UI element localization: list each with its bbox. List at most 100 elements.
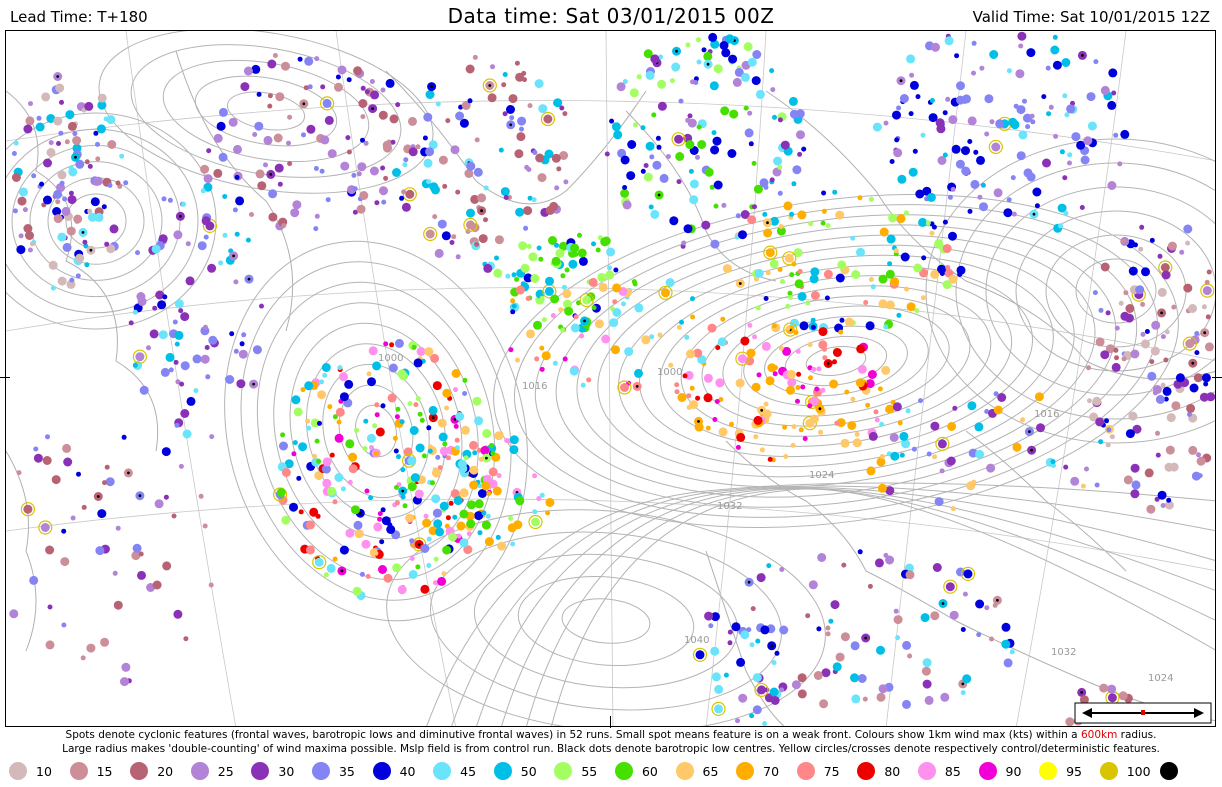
feature-spot	[494, 431, 504, 441]
feature-spot	[315, 513, 321, 519]
feature-spot	[605, 270, 615, 280]
feature-spot	[769, 177, 775, 183]
feature-spot	[749, 642, 755, 648]
feature-spot	[1189, 383, 1199, 393]
feature-spot	[469, 440, 478, 450]
feature-spot	[808, 580, 818, 590]
feature-spot	[11, 151, 17, 156]
feature-spot	[1083, 136, 1093, 146]
feature-spot	[1155, 452, 1161, 458]
feature-spot	[402, 503, 408, 509]
feature-spot	[466, 500, 476, 510]
feature-spot	[329, 452, 335, 458]
feature-spot	[423, 513, 429, 519]
coastline	[625, 110, 777, 282]
feature-spot	[432, 214, 438, 220]
feature-spot	[62, 196, 68, 202]
feature-spot	[763, 228, 773, 238]
feature-spot	[366, 371, 372, 377]
feature-spot	[872, 122, 882, 132]
feature-spot	[374, 412, 380, 418]
feature-spot	[360, 114, 366, 120]
feature-spot	[59, 99, 64, 105]
feature-spot	[86, 643, 96, 653]
feature-spot	[158, 330, 168, 340]
feature-spot	[1086, 92, 1096, 102]
feature-spot	[1196, 456, 1206, 466]
feature-spot	[944, 36, 954, 46]
feature-spot	[337, 365, 343, 371]
feature-spot	[56, 141, 61, 146]
feature-spot	[340, 161, 350, 171]
feature-spot	[620, 383, 629, 392]
feature-spot	[222, 232, 228, 238]
weather-map[interactable]: 1000 1016 1000 1032 1024 1040 1032 1024 1016	[5, 30, 1216, 727]
feature-spot	[434, 248, 444, 258]
feature-spot	[721, 202, 727, 208]
feature-spot	[1100, 85, 1110, 95]
scale-bar-marker	[1141, 710, 1145, 715]
barotropic-centre-dot	[232, 254, 236, 258]
feature-spot	[1087, 121, 1097, 131]
feature-spot	[970, 179, 980, 189]
feature-spot	[496, 473, 502, 479]
feature-spot	[950, 186, 956, 192]
feature-spot	[1204, 279, 1210, 285]
legend-item: 70	[732, 762, 793, 780]
legend-swatch	[190, 762, 209, 780]
feature-spot	[205, 374, 211, 380]
feature-spot	[753, 415, 763, 425]
feature-spot	[1144, 329, 1150, 334]
feature-spot	[422, 135, 428, 141]
feature-spot	[611, 345, 620, 355]
feature-spot	[1183, 283, 1193, 293]
feature-spot	[650, 54, 660, 64]
feature-spot	[478, 456, 484, 462]
feature-spot	[818, 327, 828, 337]
feature-spot	[334, 433, 344, 443]
feature-spot	[778, 345, 784, 351]
feature-spot	[711, 130, 717, 136]
feature-spot	[438, 432, 448, 442]
feature-spot	[743, 42, 753, 52]
feature-spot	[580, 382, 586, 388]
feature-spot	[327, 404, 333, 410]
feature-spot	[113, 600, 123, 610]
feature-spot	[1157, 253, 1163, 259]
feature-spot	[657, 332, 663, 338]
feature-spot	[353, 520, 363, 530]
feature-spot	[857, 674, 867, 683]
feature-spot	[675, 152, 685, 161]
map-canvas: 1000 1016 1000 1032 1024 1040 1032 1024 1016	[6, 31, 1215, 726]
legend-item: 90	[975, 762, 1036, 780]
left-axis-tick	[0, 377, 10, 378]
feature-spot	[613, 267, 619, 273]
feature-spot	[718, 427, 728, 437]
feature-spot	[203, 324, 208, 330]
feature-spot	[45, 640, 55, 650]
feature-spot	[765, 376, 775, 386]
feature-spot	[208, 335, 218, 345]
feature-spot	[455, 254, 461, 260]
feature-spot	[809, 414, 819, 424]
legend-swatch	[1039, 762, 1058, 780]
barotropic-centre-dot	[340, 569, 344, 573]
feature-spot	[920, 613, 930, 623]
feature-spot	[87, 208, 93, 214]
feature-spot	[46, 148, 56, 157]
feature-spot	[984, 605, 990, 611]
feature-spot	[388, 363, 398, 373]
feature-spot	[213, 168, 223, 178]
feature-spot	[756, 573, 766, 583]
legend-label: 55	[581, 763, 598, 779]
feature-spot	[455, 111, 465, 121]
feature-spot	[218, 107, 228, 117]
feature-spot	[451, 369, 461, 378]
feature-spot	[1011, 211, 1017, 217]
feature-spot	[945, 582, 955, 592]
legend-swatch	[736, 762, 755, 780]
feature-spot	[779, 567, 785, 572]
feature-spot	[997, 393, 1007, 402]
feature-spot	[747, 322, 753, 328]
feature-spot	[763, 184, 769, 190]
